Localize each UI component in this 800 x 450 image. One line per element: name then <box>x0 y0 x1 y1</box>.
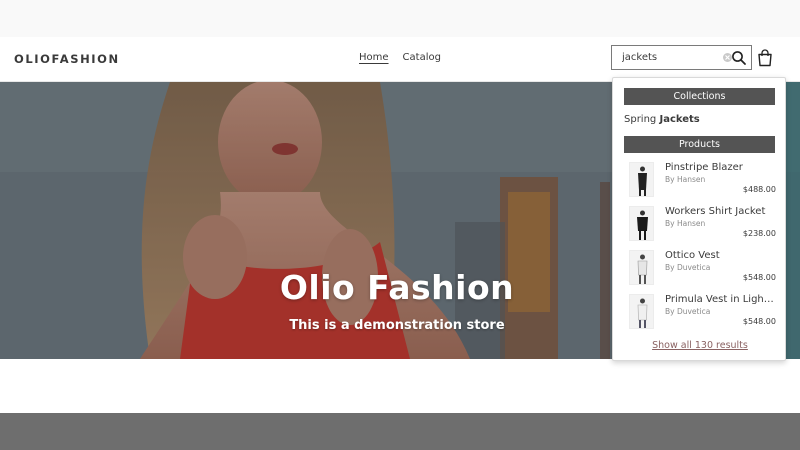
collection-match: Jackets <box>659 114 700 125</box>
product-name: Ottico Vest <box>665 250 720 261</box>
product-result[interactable]: Pinstripe Blazer By Hansen $488.00 <box>624 162 776 202</box>
search-results-dropdown: Collections Spring Jackets Products Pins… <box>612 77 786 361</box>
product-price: $548.00 <box>742 317 776 326</box>
product-result[interactable]: Ottico Vest By Duvetica $548.00 <box>624 250 776 290</box>
cart-icon[interactable] <box>757 49 773 67</box>
product-vendor: By Duvetica <box>665 263 711 272</box>
footer-band <box>0 413 800 450</box>
product-price: $548.00 <box>742 273 776 282</box>
product-vendor: By Duvetica <box>665 307 711 316</box>
nav-home-link[interactable]: Home <box>359 52 389 63</box>
product-name: Pinstripe Blazer <box>665 162 743 173</box>
show-all-results-link[interactable]: Show all 130 results <box>613 340 787 351</box>
product-name: Workers Shirt Jacket <box>665 206 766 217</box>
product-thumbnail <box>629 162 654 197</box>
collection-prefix: Spring <box>624 114 657 125</box>
site-logo[interactable]: OLIOFASHION <box>14 52 120 66</box>
products-header: Products <box>624 136 775 153</box>
search-box <box>611 45 752 70</box>
product-thumbnail <box>629 206 654 241</box>
product-price: $488.00 <box>742 185 776 194</box>
product-thumbnail <box>629 250 654 285</box>
product-vendor: By Hansen <box>665 175 706 184</box>
product-name: Primula Vest in Light … <box>665 294 775 305</box>
main-nav: Home Catalog <box>359 52 441 63</box>
product-vendor: By Hansen <box>665 219 706 228</box>
product-price: $238.00 <box>742 229 776 238</box>
search-input[interactable] <box>612 46 716 69</box>
collections-header: Collections <box>624 88 775 105</box>
product-result[interactable]: Workers Shirt Jacket By Hansen $238.00 <box>624 206 776 246</box>
search-icon[interactable] <box>731 50 747 66</box>
product-thumbnail <box>629 294 654 329</box>
collection-result[interactable]: Spring Jackets <box>624 114 700 125</box>
product-result[interactable]: Primula Vest in Light … By Duvetica $548… <box>624 294 776 334</box>
announcement-band <box>0 0 800 37</box>
nav-catalog-link[interactable]: Catalog <box>403 52 441 63</box>
